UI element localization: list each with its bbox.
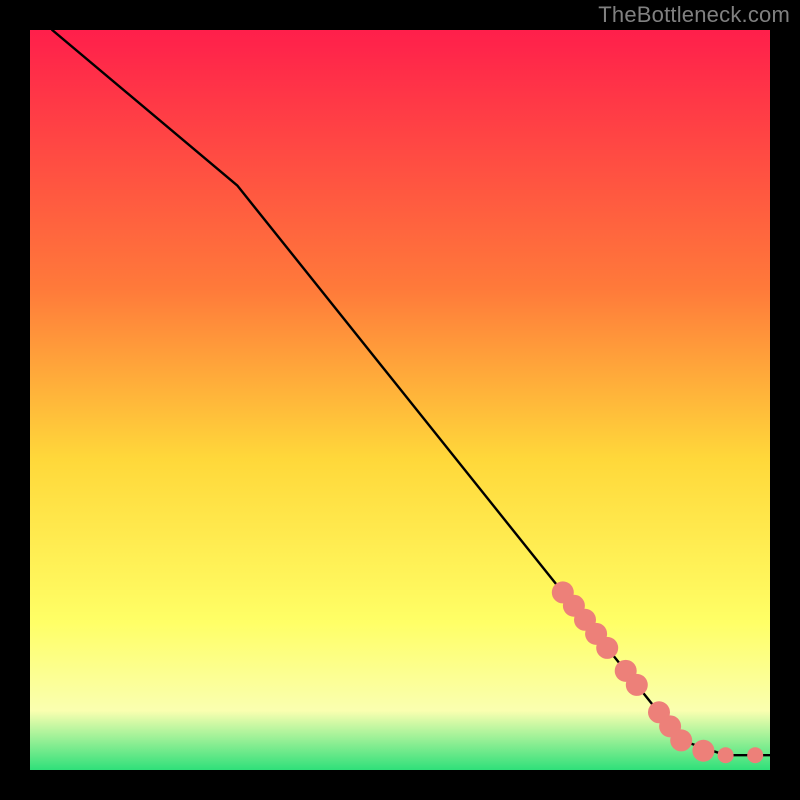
data-marker [626,674,648,696]
data-marker [692,740,714,762]
data-marker [747,747,763,763]
chart-frame: TheBottleneck.com [0,0,800,800]
gradient-background [30,30,770,770]
data-marker [596,637,618,659]
watermark-text: TheBottleneck.com [598,2,790,28]
data-marker [718,747,734,763]
data-marker [670,729,692,751]
chart-svg [30,30,770,770]
chart-plot-area [30,30,770,770]
